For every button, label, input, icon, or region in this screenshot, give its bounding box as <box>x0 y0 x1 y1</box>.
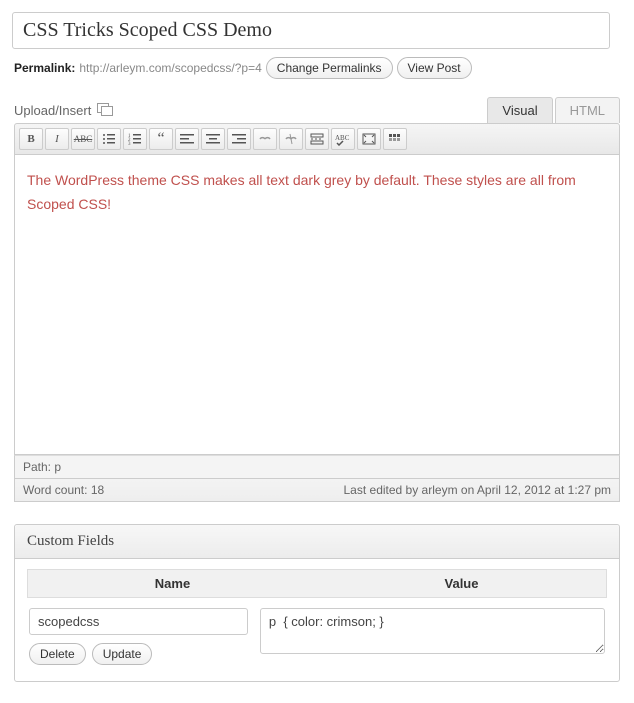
view-post-button[interactable]: View Post <box>397 57 472 79</box>
post-title-input[interactable] <box>12 12 610 49</box>
align-right-button[interactable] <box>227 128 251 150</box>
more-tag-button[interactable] <box>305 128 329 150</box>
editor-tabs: Visual HTML <box>487 97 620 123</box>
fullscreen-button[interactable] <box>357 128 381 150</box>
word-count-value: 18 <box>91 483 104 497</box>
cf-value-header: Value <box>317 570 606 597</box>
spellcheck-button[interactable]: ABC <box>331 128 355 150</box>
cf-value-textarea[interactable] <box>260 608 605 654</box>
bold-button[interactable]: B <box>19 128 43 150</box>
cf-row: Delete Update <box>27 598 607 671</box>
editor-toolbar: B I ABC 123 “ ABC <box>14 123 620 155</box>
tab-visual[interactable]: Visual <box>487 97 552 123</box>
align-left-button[interactable] <box>175 128 199 150</box>
media-icon[interactable] <box>97 103 113 117</box>
permalink-label: Permalink: <box>14 61 75 75</box>
italic-button[interactable]: I <box>45 128 69 150</box>
svg-text:3: 3 <box>128 142 131 145</box>
cf-name-header: Name <box>28 570 317 597</box>
path-value[interactable]: p <box>54 460 61 474</box>
link-button[interactable] <box>253 128 277 150</box>
bullet-list-button[interactable] <box>97 128 121 150</box>
custom-fields-panel: Custom Fields Name Value Delete Update <box>14 524 620 682</box>
last-edited-label: Last edited by arleym on April 12, 2012 … <box>344 483 612 497</box>
cf-table-header: Name Value <box>27 569 607 598</box>
blockquote-button[interactable]: “ <box>149 128 173 150</box>
cf-update-button[interactable]: Update <box>92 643 153 665</box>
editor-content[interactable]: The WordPress theme CSS makes all text d… <box>14 155 620 455</box>
editor-status-bar: Path: p Word count: 18 Last edited by ar… <box>14 455 620 502</box>
path-label: Path: <box>23 460 51 474</box>
permalink-url: http://arleym.com/scopedcss/?p=4 <box>79 61 261 75</box>
tab-html[interactable]: HTML <box>555 97 620 123</box>
strikethrough-button[interactable]: ABC <box>71 128 95 150</box>
kitchen-sink-button[interactable] <box>383 128 407 150</box>
custom-fields-title[interactable]: Custom Fields <box>15 525 619 559</box>
permalink-row: Permalink: http://arleym.com/scopedcss/?… <box>14 57 628 79</box>
cf-delete-button[interactable]: Delete <box>29 643 86 665</box>
word-count-label: Word count: <box>23 483 87 497</box>
unlink-button[interactable] <box>279 128 303 150</box>
change-permalinks-button[interactable]: Change Permalinks <box>266 57 393 79</box>
align-center-button[interactable] <box>201 128 225 150</box>
numbered-list-button[interactable]: 123 <box>123 128 147 150</box>
cf-name-input[interactable] <box>29 608 248 635</box>
upload-insert-label[interactable]: Upload/Insert <box>14 103 91 118</box>
